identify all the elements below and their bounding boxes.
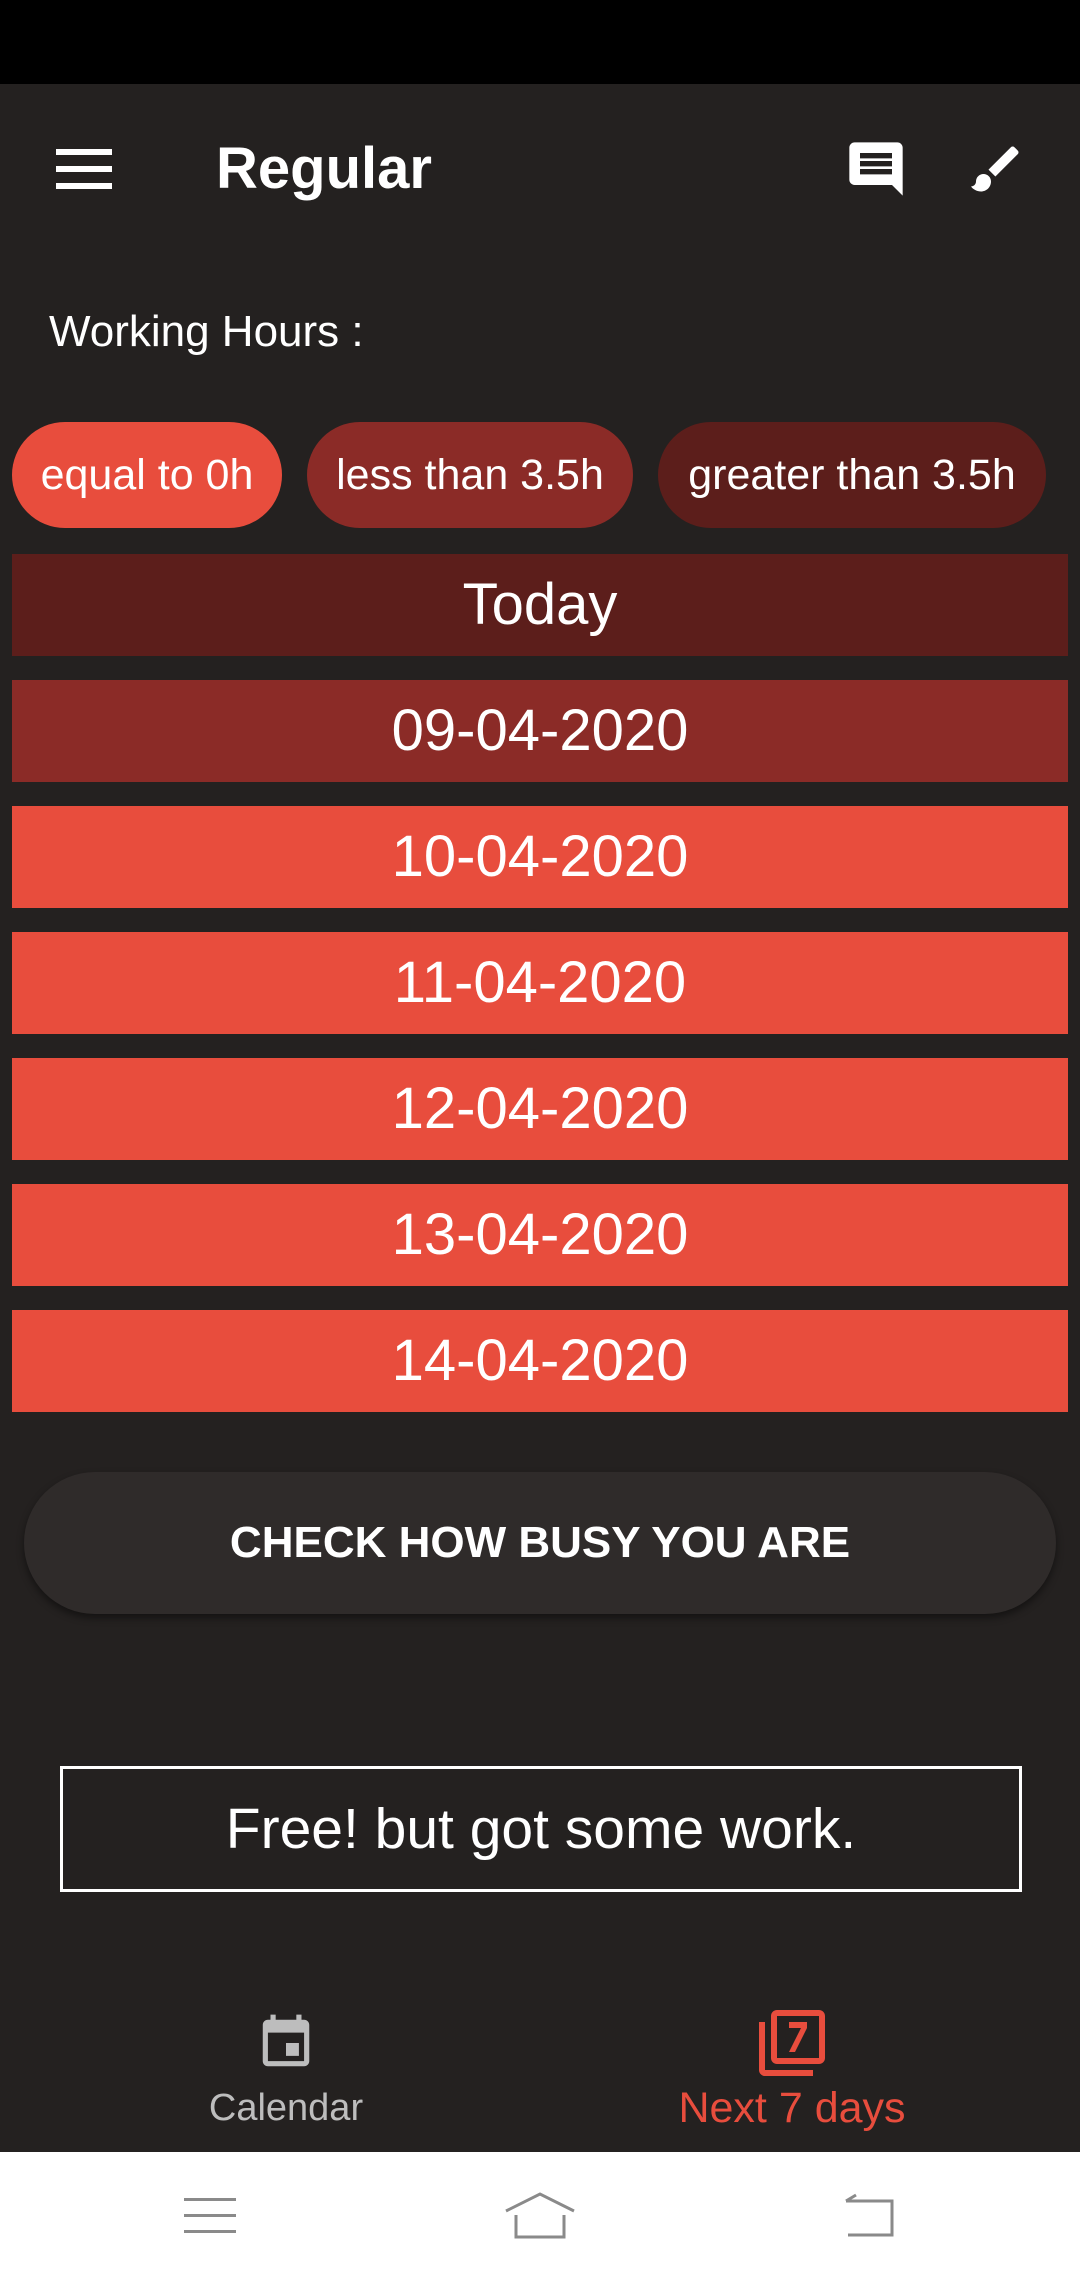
app-title: Regular xyxy=(216,136,432,201)
system-home-button[interactable] xyxy=(480,2172,600,2260)
result-message: Free! but got some work. xyxy=(60,1766,1022,1892)
day-row[interactable]: 14-04-2020 xyxy=(12,1310,1068,1412)
system-recents-button[interactable] xyxy=(150,2172,270,2260)
nav-item-calendar[interactable]: Calendar xyxy=(16,1990,556,2152)
day-row[interactable]: 10-04-2020 xyxy=(12,806,1068,908)
check-busy-button[interactable]: CHECK HOW BUSY YOU ARE xyxy=(24,1472,1056,1614)
system-navigation-bar xyxy=(0,2152,1080,2280)
day-row[interactable]: 13-04-2020 xyxy=(12,1184,1068,1286)
working-hours-label: Working Hours : xyxy=(49,307,364,356)
day-row[interactable]: 12-04-2020 xyxy=(12,1058,1068,1160)
nav-label-calendar: Calendar xyxy=(208,2087,364,2129)
chat-button[interactable] xyxy=(826,124,926,214)
calendar-icon xyxy=(262,2014,310,2067)
status-bar xyxy=(0,0,1080,84)
app-screen: Regular Working Hours : equal to 0h less… xyxy=(0,0,1080,2280)
legend-chip-less: less than 3.5h xyxy=(307,422,633,528)
home-icon xyxy=(505,2192,575,2239)
back-icon xyxy=(845,2193,894,2237)
system-back-button[interactable] xyxy=(810,2172,930,2260)
menu-button[interactable] xyxy=(30,124,138,214)
app-bar: Regular xyxy=(0,84,1080,254)
chat-icon xyxy=(849,142,903,196)
nav-label-next-7-days: Next 7 days xyxy=(678,2084,906,2132)
day-row-today[interactable]: Today xyxy=(12,554,1068,656)
legend-chip-greater: greater than 3.5h xyxy=(658,422,1046,528)
recents-menu-icon xyxy=(184,2198,236,2233)
filter-7-icon xyxy=(759,2010,825,2076)
bottom-navigation: Calendar Next 7 days xyxy=(0,1990,1080,2152)
brush-icon xyxy=(971,146,1019,192)
menu-icon xyxy=(56,149,112,189)
nav-item-next-7-days[interactable]: Next 7 days xyxy=(522,1990,1062,2152)
theme-brush-button[interactable] xyxy=(946,124,1046,214)
day-row[interactable]: 11-04-2020 xyxy=(12,932,1068,1034)
day-row[interactable]: 09-04-2020 xyxy=(12,680,1068,782)
legend-chip-zero: equal to 0h xyxy=(12,422,282,528)
